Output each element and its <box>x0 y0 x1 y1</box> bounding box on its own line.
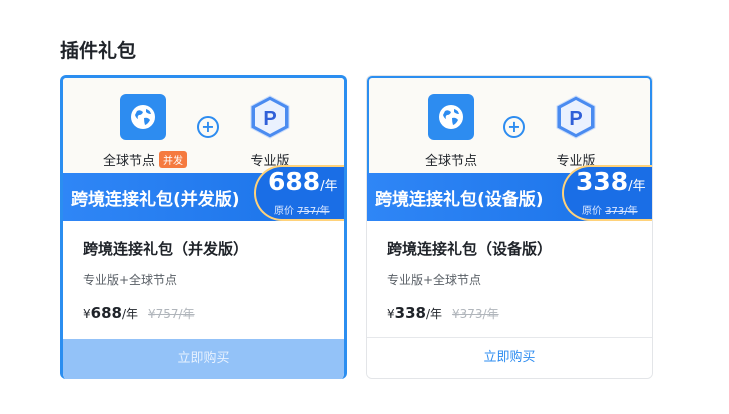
badge-unit: /年 <box>320 179 338 194</box>
old-price: ¥373/年 <box>452 307 499 321</box>
product-global-nodes: 全球节点 <box>411 94 491 169</box>
product-label: 全球节点 <box>103 154 156 169</box>
svg-text:P: P <box>569 108 582 130</box>
price-badge: 338/年 原价 373/年 <box>562 165 652 221</box>
badge-price: 338 <box>576 167 629 196</box>
price-value: 688 <box>90 304 122 322</box>
badge-unit: /年 <box>628 179 646 194</box>
bundle-price: ¥688/年 ¥757/年 <box>83 304 195 322</box>
old-price: ¥757/年 <box>148 307 195 321</box>
globe-icon <box>428 94 474 140</box>
card-products: 全球节点 + P 专业版 <box>367 76 652 173</box>
bundle-price: ¥338/年 ¥373/年 <box>387 304 499 322</box>
bundle-banner: 跨境连接礼包(并发版) 688/年 原价 757/年 <box>63 165 344 221</box>
globe-icon <box>120 94 166 140</box>
buy-now-button[interactable]: 立即购买 <box>367 337 652 378</box>
price-badge: 688/年 原价 757/年 <box>254 165 344 221</box>
banner-name: 跨境连接礼包(设备版) <box>375 190 544 210</box>
product-pro: P 专业版 <box>536 94 616 169</box>
product-global-nodes: 全球节点 并发 <box>103 94 188 169</box>
price-value: 338 <box>394 304 426 322</box>
product-pro: P 专业版 <box>230 94 310 169</box>
concurrent-tag: 并发 <box>159 151 188 168</box>
section-title: 插件礼包 <box>60 40 137 62</box>
buy-now-button[interactable]: 立即购买 <box>63 339 344 379</box>
plus-circle-icon: + <box>503 116 525 138</box>
plus-circle-icon: + <box>197 116 219 138</box>
product-label: 全球节点 <box>424 154 477 169</box>
badge-orig-price: 373/年 <box>605 206 638 217</box>
card-products: 全球节点 并发 + P 专业版 <box>63 78 344 173</box>
badge-orig-label: 原价 <box>274 206 294 217</box>
bundle-banner: 跨境连接礼包(设备版) 338/年 原价 373/年 <box>367 165 652 221</box>
pro-badge-icon: P <box>247 94 293 140</box>
bundle-name: 跨境连接礼包（并发版） <box>83 240 249 258</box>
banner-name: 跨境连接礼包(并发版) <box>71 190 240 210</box>
bundle-card-device[interactable]: 全球节点 + P 专业版 跨境连接礼包(设备版) 338/年 原价 373/年 … <box>366 75 653 379</box>
badge-price: 688 <box>268 167 321 196</box>
bundle-desc: 专业版+全球节点 <box>83 273 178 287</box>
pro-badge-icon: P <box>553 94 599 140</box>
bundle-card-concurrent[interactable]: 全球节点 并发 + P 专业版 跨境连接礼包(并发版) 688/年 原价 757/… <box>60 75 347 379</box>
badge-orig-price: 757/年 <box>297 206 330 217</box>
svg-text:P: P <box>263 108 276 130</box>
bundle-desc: 专业版+全球节点 <box>387 273 482 287</box>
bundle-name: 跨境连接礼包（设备版） <box>387 240 553 258</box>
badge-orig-label: 原价 <box>582 206 602 217</box>
